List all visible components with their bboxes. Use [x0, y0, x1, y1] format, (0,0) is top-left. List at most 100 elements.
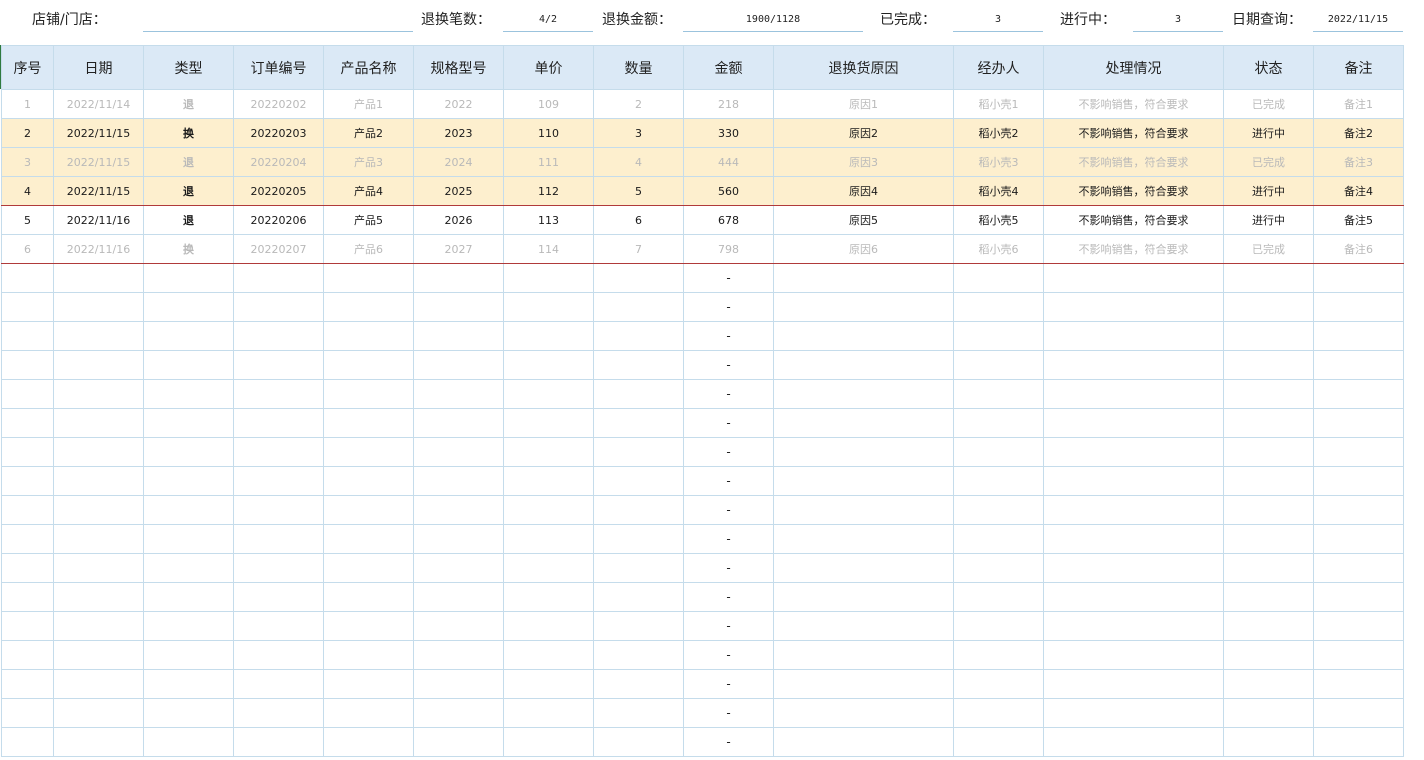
cell-type[interactable]: 换: [143, 118, 234, 148]
cell-type[interactable]: [143, 350, 234, 380]
cell-spec-model[interactable]: [413, 466, 504, 496]
cell-type[interactable]: [143, 495, 234, 525]
cell-type[interactable]: 退: [143, 176, 234, 206]
cell-status[interactable]: [1223, 495, 1314, 525]
cell-return-reason[interactable]: 原因1: [773, 89, 954, 119]
cell-note[interactable]: [1313, 582, 1404, 612]
in-progress-value[interactable]: 3: [1133, 9, 1223, 32]
cell-unit-price[interactable]: [503, 669, 594, 699]
empty-row[interactable]: -: [1, 408, 1404, 438]
cell-processing[interactable]: 不影响销售，符合要求: [1043, 176, 1224, 206]
cell-type[interactable]: [143, 321, 234, 351]
cell-status[interactable]: [1223, 553, 1314, 583]
cell-date[interactable]: [53, 408, 144, 438]
cell-quantity[interactable]: [593, 640, 684, 670]
cell-status[interactable]: [1223, 408, 1314, 438]
cell-date[interactable]: [53, 263, 144, 293]
cell-date[interactable]: 2022/11/14: [53, 89, 144, 119]
cell-processing[interactable]: [1043, 408, 1224, 438]
cell-quantity[interactable]: [593, 727, 684, 757]
cell-quantity[interactable]: [593, 379, 684, 409]
cell-seq[interactable]: [1, 553, 54, 583]
cell-product-name[interactable]: [323, 408, 414, 438]
cell-status[interactable]: 进行中: [1223, 205, 1314, 235]
cell-date[interactable]: [53, 292, 144, 322]
cell-order-number[interactable]: 20220202: [233, 89, 324, 119]
cell-unit-price[interactable]: [503, 408, 594, 438]
cell-processing[interactable]: 不影响销售，符合要求: [1043, 118, 1224, 148]
cell-order-number[interactable]: [233, 727, 324, 757]
cell-unit-price[interactable]: 114: [503, 234, 594, 264]
cell-handler[interactable]: 稻小壳2: [953, 118, 1044, 148]
column-header-handler[interactable]: 经办人: [953, 45, 1044, 90]
column-header-processing[interactable]: 处理情况: [1043, 45, 1224, 90]
cell-unit-price[interactable]: [503, 582, 594, 612]
cell-status[interactable]: [1223, 582, 1314, 612]
table-row[interactable]: 3 2022/11/15 退 20220204 产品3 2024 111 4 444 原因3 稻小壳…: [1, 147, 1404, 177]
cell-spec-model[interactable]: [413, 321, 504, 351]
cell-unit-price[interactable]: [503, 437, 594, 467]
cell-processing[interactable]: [1043, 350, 1224, 380]
cell-quantity[interactable]: 7: [593, 234, 684, 264]
cell-quantity[interactable]: [593, 495, 684, 525]
cell-date[interactable]: 2022/11/15: [53, 118, 144, 148]
cell-seq[interactable]: 6: [1, 234, 54, 264]
cell-processing[interactable]: 不影响销售，符合要求: [1043, 89, 1224, 119]
cell-note[interactable]: [1313, 321, 1404, 351]
cell-order-number[interactable]: 20220203: [233, 118, 324, 148]
cell-product-name[interactable]: 产品3: [323, 147, 414, 177]
cell-product-name[interactable]: [323, 524, 414, 554]
cell-seq[interactable]: [1, 292, 54, 322]
cell-spec-model[interactable]: [413, 582, 504, 612]
column-header-product-name[interactable]: 产品名称: [323, 45, 414, 90]
empty-row[interactable]: -: [1, 379, 1404, 409]
cell-product-name[interactable]: [323, 495, 414, 525]
cell-product-name[interactable]: [323, 350, 414, 380]
cell-processing[interactable]: [1043, 495, 1224, 525]
cell-order-number[interactable]: 20220205: [233, 176, 324, 206]
cell-handler[interactable]: [953, 408, 1044, 438]
cell-unit-price[interactable]: [503, 350, 594, 380]
cell-date[interactable]: [53, 321, 144, 351]
cell-return-reason[interactable]: [773, 727, 954, 757]
cell-status[interactable]: [1223, 321, 1314, 351]
cell-handler[interactable]: [953, 321, 1044, 351]
cell-seq[interactable]: [1, 408, 54, 438]
count-value[interactable]: 4/2: [503, 9, 593, 32]
cell-product-name[interactable]: [323, 611, 414, 641]
cell-note[interactable]: [1313, 698, 1404, 728]
cell-status[interactable]: 已完成: [1223, 234, 1314, 264]
cell-status[interactable]: [1223, 466, 1314, 496]
cell-type[interactable]: [143, 698, 234, 728]
empty-row[interactable]: -: [1, 611, 1404, 641]
cell-product-name[interactable]: [323, 582, 414, 612]
cell-note[interactable]: [1313, 553, 1404, 583]
cell-processing[interactable]: [1043, 524, 1224, 554]
cell-unit-price[interactable]: [503, 524, 594, 554]
cell-seq[interactable]: [1, 640, 54, 670]
cell-quantity[interactable]: [593, 408, 684, 438]
cell-amount[interactable]: -: [683, 321, 774, 351]
cell-date[interactable]: [53, 379, 144, 409]
cell-processing[interactable]: [1043, 727, 1224, 757]
cell-status[interactable]: 进行中: [1223, 118, 1314, 148]
cell-unit-price[interactable]: [503, 640, 594, 670]
cell-amount[interactable]: 330: [683, 118, 774, 148]
column-header-order-number[interactable]: 订单编号: [233, 45, 324, 90]
cell-handler[interactable]: [953, 292, 1044, 322]
cell-order-number[interactable]: [233, 379, 324, 409]
cell-handler[interactable]: [953, 582, 1044, 612]
cell-date[interactable]: [53, 524, 144, 554]
cell-amount[interactable]: -: [683, 640, 774, 670]
date-query-input[interactable]: 2022/11/15: [1313, 9, 1403, 32]
cell-order-number[interactable]: [233, 466, 324, 496]
cell-spec-model[interactable]: [413, 727, 504, 757]
cell-unit-price[interactable]: 110: [503, 118, 594, 148]
cell-status[interactable]: [1223, 263, 1314, 293]
cell-unit-price[interactable]: [503, 263, 594, 293]
cell-date[interactable]: [53, 466, 144, 496]
cell-handler[interactable]: [953, 611, 1044, 641]
cell-product-name[interactable]: 产品6: [323, 234, 414, 264]
cell-spec-model[interactable]: 2022: [413, 89, 504, 119]
cell-processing[interactable]: 不影响销售，符合要求: [1043, 205, 1224, 235]
